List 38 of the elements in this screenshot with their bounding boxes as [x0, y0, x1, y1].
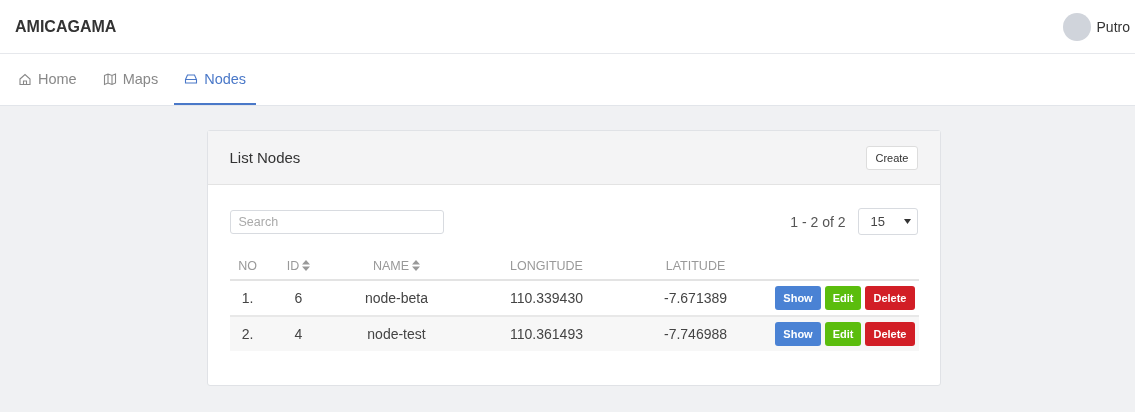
table-cell: -7.746988	[663, 326, 728, 342]
table-cell: 6	[294, 290, 303, 306]
sort-icon[interactable]	[412, 260, 421, 271]
edit-button[interactable]: Edit	[824, 286, 862, 310]
caret-icon	[903, 219, 911, 224]
avatar-icon[interactable]	[1062, 12, 1091, 41]
table-cell: node-beta	[364, 290, 429, 306]
table-cell: -7.671389	[663, 290, 728, 306]
sort-icon[interactable]	[302, 260, 311, 271]
show-button[interactable]: Show	[775, 322, 821, 346]
nav-tab[interactable]: Maps	[92, 54, 169, 105]
home-icon	[18, 71, 32, 86]
nav-tab[interactable]: Nodes	[174, 54, 257, 105]
table-cell: node-test	[367, 326, 426, 342]
delete-button[interactable]: Delete	[865, 322, 915, 346]
drive-icon	[184, 71, 199, 86]
edit-button[interactable]: Edit	[824, 322, 862, 346]
delete-button[interactable]: Delete	[865, 286, 915, 310]
table-cell: 4	[294, 326, 303, 342]
table-cell: 1.	[241, 290, 254, 306]
column-header: NO	[238, 259, 257, 273]
search-field[interactable]: Search	[229, 209, 444, 234]
column-header: LATITUDE	[665, 259, 726, 273]
pagination-range: 1 - 2 of 2	[790, 213, 846, 230]
show-button[interactable]: Show	[775, 286, 821, 310]
per-page-select[interactable]: 15	[857, 208, 918, 235]
brand-title: AMICAGAMA	[15, 17, 117, 36]
nav-tab[interactable]: Home	[8, 54, 87, 105]
table-cell: 2.	[241, 326, 254, 342]
column-header[interactable]: ID	[286, 259, 311, 273]
card-title: List Nodes	[229, 149, 301, 166]
map-icon	[102, 71, 117, 86]
column-header[interactable]: NAME	[372, 259, 421, 273]
column-header: LONGITUDE	[510, 259, 583, 273]
user-name[interactable]: Putro	[1096, 18, 1130, 35]
create-button[interactable]: Create	[866, 145, 918, 170]
table-cell: 110.361493	[510, 326, 583, 342]
table-cell: 110.339430	[510, 290, 583, 306]
